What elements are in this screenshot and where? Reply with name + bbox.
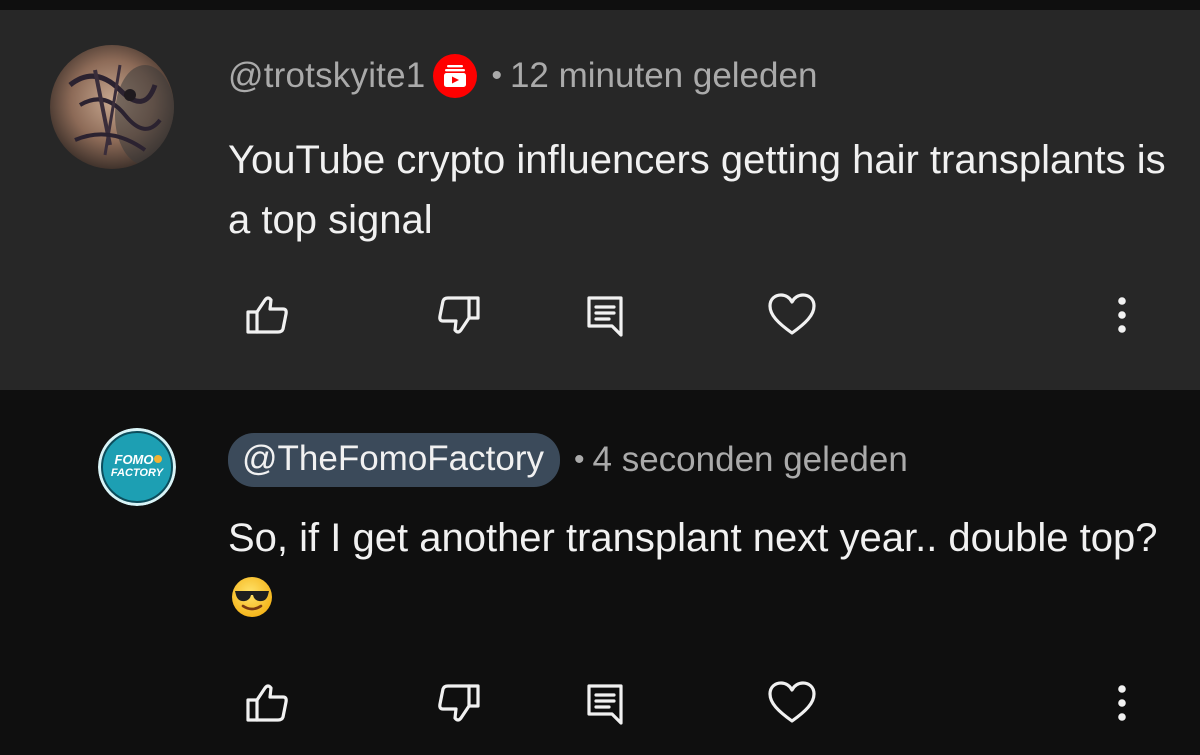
comment-thread-1: @trotskyite1 • 12 minuten geleden YouTub… (0, 10, 1200, 390)
top-edge (0, 0, 1200, 10)
comment-actions (0, 673, 1200, 733)
heart-button[interactable] (760, 285, 824, 345)
like-icon (246, 296, 288, 334)
more-options-button[interactable] (1090, 285, 1154, 345)
reply-button[interactable] (573, 285, 637, 345)
comment-timestamp: 4 seconden geleden (592, 440, 908, 479)
comment-timestamp: 12 minuten geleden (509, 56, 818, 95)
comment-text: So, if I get another transplant next yea… (228, 516, 1158, 560)
like-button[interactable] (235, 285, 299, 345)
meta-separator: • (491, 59, 502, 92)
comment-meta: @trotskyite1 • 12 minuten geleden (228, 54, 817, 98)
dislike-button[interactable] (427, 285, 491, 345)
heart-icon (768, 293, 816, 335)
like-button[interactable] (235, 673, 299, 733)
dislike-icon (438, 296, 480, 334)
comment-text-wrapper: So, if I get another transplant next yea… (228, 508, 1168, 636)
avatar-thefomofactory[interactable]: FOMO FACTORY (98, 428, 176, 506)
comment-meta: @TheFomoFactory • 4 seconden geleden (228, 431, 908, 489)
comment-thread-2: FOMO FACTORY @TheFomoFactory • 4 seconde… (0, 390, 1200, 755)
avatar-trotskyite1[interactable] (50, 45, 174, 169)
reply-icon (587, 684, 623, 725)
sunglasses-emoji-icon (230, 575, 274, 636)
creator-badge-icon (433, 54, 478, 98)
author-name[interactable]: @trotskyite1 (228, 56, 425, 96)
fomo-logo-line2: FACTORY (111, 467, 165, 479)
more-icon (1118, 685, 1126, 721)
reply-button[interactable] (573, 673, 637, 733)
meta-separator: • (574, 443, 585, 476)
comment-text: YouTube crypto influencers getting hair … (228, 138, 1166, 242)
dislike-icon (438, 684, 480, 722)
reply-icon (587, 296, 623, 337)
heart-button[interactable] (760, 673, 824, 733)
author-name-pill[interactable]: @TheFomoFactory (228, 433, 560, 487)
more-options-button[interactable] (1090, 673, 1154, 733)
fomo-logo-line1: FOMO (115, 452, 154, 467)
comment-actions (0, 285, 1200, 345)
more-icon (1118, 297, 1126, 333)
heart-icon (768, 681, 816, 723)
dislike-button[interactable] (427, 673, 491, 733)
like-icon (246, 684, 288, 722)
